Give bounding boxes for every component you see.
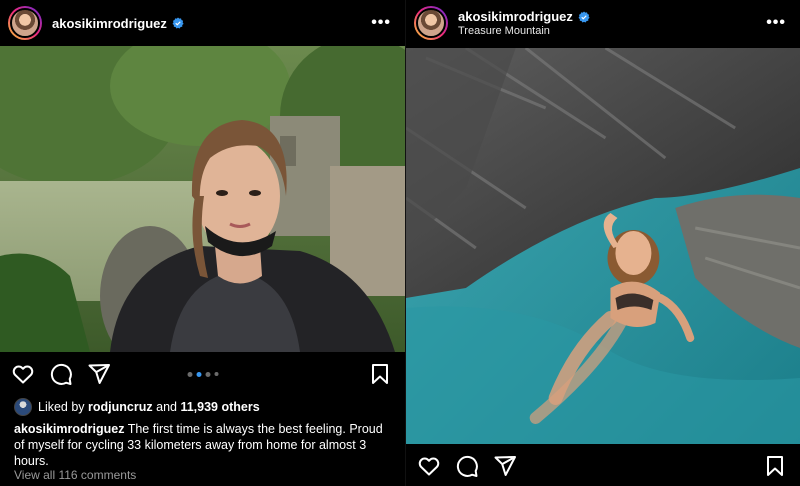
likes-prefix: Liked by	[38, 400, 85, 414]
more-options-icon[interactable]: •••	[766, 14, 792, 32]
comment-bubble-icon[interactable]	[48, 361, 74, 387]
avatar[interactable]	[8, 6, 42, 40]
location-link[interactable]: Treasure Mountain	[458, 25, 590, 37]
carousel-dot	[205, 371, 210, 377]
post-left: akosikimrodriguez ••• Liked by rodjuncru…	[0, 0, 405, 486]
view-all-comments-link[interactable]: View all 116 comments	[14, 468, 136, 482]
liker-username[interactable]: rodjuncruz	[88, 400, 153, 414]
heart-icon[interactable]	[416, 453, 442, 479]
paper-plane-icon[interactable]	[86, 361, 112, 387]
carousel-dot	[187, 371, 192, 377]
post-photo-pool[interactable]	[406, 48, 800, 444]
carousel-dot	[214, 372, 218, 376]
verified-badge-icon	[172, 17, 184, 29]
post-right: akosikimrodriguez Treasure Mountain •••	[405, 0, 800, 486]
carousel-indicator	[187, 371, 218, 377]
bookmark-icon[interactable]	[367, 361, 393, 387]
post-photo-selfie[interactable]	[0, 46, 405, 352]
avatar[interactable]	[414, 6, 448, 40]
username[interactable]: akosikimrodriguez	[458, 9, 573, 24]
carousel-dot-active	[196, 371, 201, 377]
liker-avatar	[14, 398, 32, 416]
pool-photo	[406, 48, 800, 444]
post-header: akosikimrodriguez Treasure Mountain •••	[406, 0, 800, 46]
post-caption: akosikimrodriguez The first time is alwa…	[14, 421, 393, 469]
likes-summary[interactable]: Liked by rodjuncruz and 11,939 others	[14, 398, 260, 416]
action-bar	[406, 446, 800, 486]
caption-username[interactable]: akosikimrodriguez	[14, 422, 124, 436]
action-bar	[0, 354, 405, 394]
username[interactable]: akosikimrodriguez	[52, 16, 167, 31]
comment-bubble-icon[interactable]	[454, 453, 480, 479]
paper-plane-icon[interactable]	[492, 453, 518, 479]
verified-badge-icon	[578, 11, 590, 22]
selfie-photo	[0, 46, 405, 352]
heart-icon[interactable]	[10, 361, 36, 387]
bookmark-icon[interactable]	[762, 453, 788, 479]
post-header: akosikimrodriguez •••	[0, 0, 405, 46]
more-options-icon[interactable]: •••	[371, 14, 397, 32]
likes-others-count[interactable]: 11,939 others	[180, 400, 259, 414]
likes-conjunction: and	[156, 400, 177, 414]
